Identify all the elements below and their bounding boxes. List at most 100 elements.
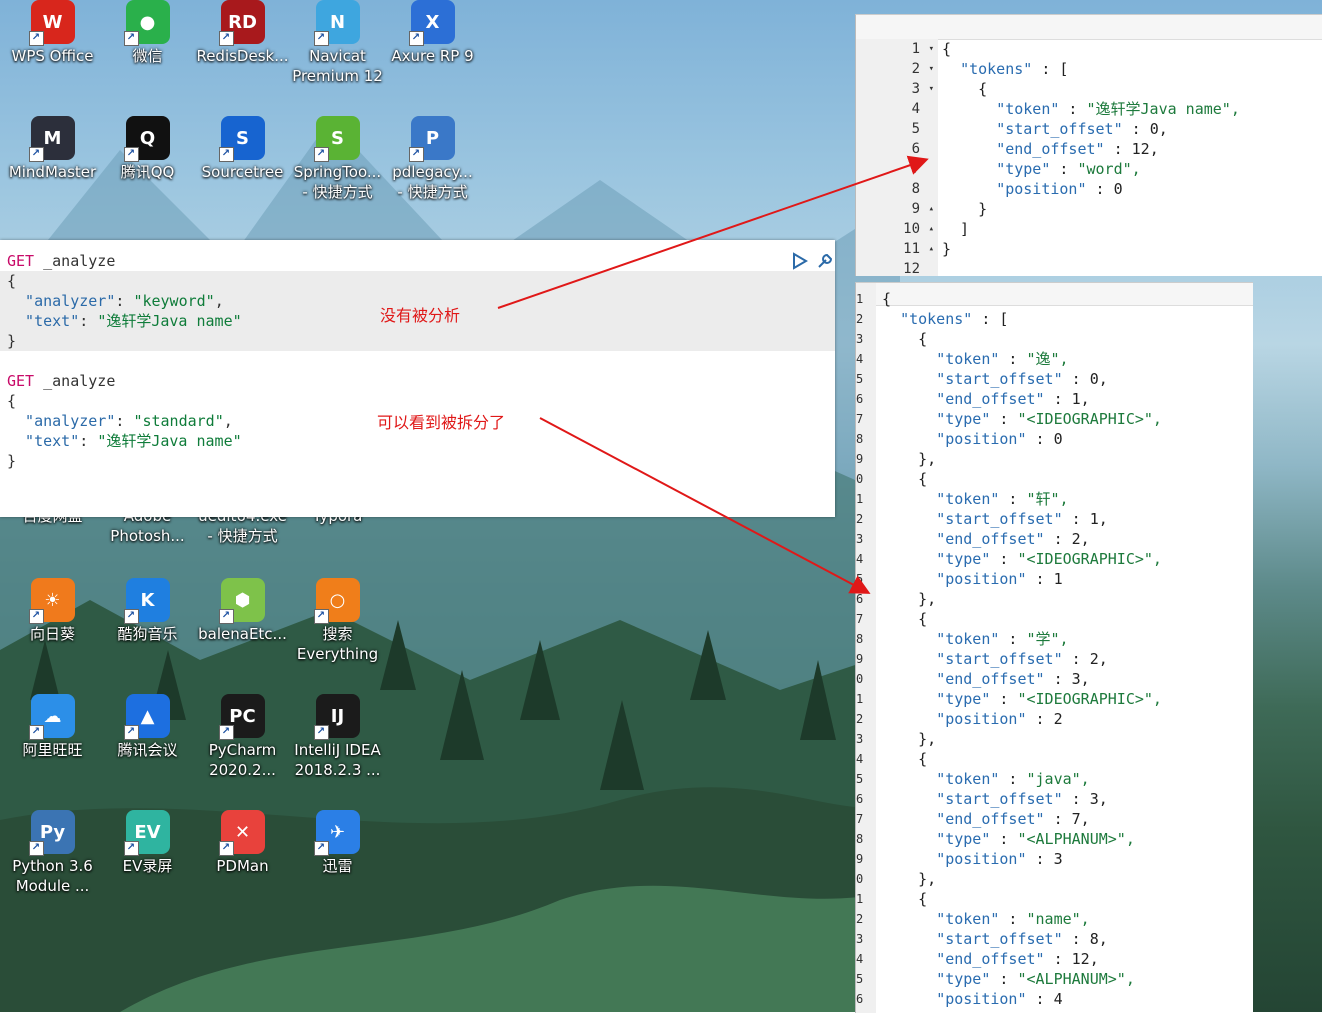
json-key: "start_offset" xyxy=(936,790,1063,808)
json-key: "text" xyxy=(7,432,80,450)
desktop-icon[interactable]: EV ↗ EV录屏 xyxy=(100,810,195,876)
response-line: "start_offset" : 3, xyxy=(936,790,1108,808)
json-key: "start_offset" xyxy=(936,930,1063,948)
mindmaster-icon: M ↗ xyxy=(28,116,75,162)
fold-toggle-icon[interactable]: ▴ xyxy=(922,199,934,219)
play-icon[interactable] xyxy=(792,252,808,270)
pdlegacy-icon: P ↗ xyxy=(408,116,455,162)
line-number: 9 xyxy=(911,201,920,217)
json-key: "token" xyxy=(936,910,1000,928)
desktop-icon[interactable]: Py ↗ Python 3.6 Module ... xyxy=(5,810,100,896)
line-number: 4 xyxy=(856,752,864,766)
wrench-icon[interactable] xyxy=(815,251,835,271)
line-number: 6 xyxy=(856,992,864,1006)
json-key: "tokens" xyxy=(960,60,1033,78)
json-value: 8, xyxy=(1089,930,1108,948)
response-line: "end_offset" : 1, xyxy=(936,390,1090,408)
json-colon: : xyxy=(115,412,134,430)
desktop-icon[interactable]: X ↗ Axure RP 9 xyxy=(385,0,480,66)
desktop-icon[interactable]: ✕ ↗ PDMan xyxy=(195,810,290,876)
standard-response-panel[interactable]: 1 {2 "tokens" : [3 {4 "token" : "逸", 5 "st… xyxy=(855,282,1253,1013)
line-number: 4 xyxy=(856,552,864,566)
line-number: 0 xyxy=(856,672,864,686)
desktop-icon[interactable]: N ↗ Navicat Premium 12 xyxy=(290,0,385,86)
desktop-icon[interactable]: K ↗ 酷狗音乐 xyxy=(100,578,195,644)
desktop-icon[interactable]: P ↗ pdlegacy... - 快捷方式 xyxy=(385,116,480,202)
json-key: "end_offset" xyxy=(936,390,1045,408)
json-value: 1, xyxy=(1089,510,1108,528)
line-number: 2 xyxy=(856,512,864,526)
line-number: 2 xyxy=(856,312,864,326)
line-number: 9 xyxy=(856,852,864,866)
desktop-icon[interactable]: S ↗ SpringToo... - 快捷方式 xyxy=(290,116,385,202)
response-line: "start_offset" : 8, xyxy=(936,930,1108,948)
line-number: 1 xyxy=(856,892,864,906)
line-number: 6 xyxy=(911,141,920,157)
desktop-icon[interactable]: M ↗ MindMaster xyxy=(5,116,100,182)
response-line: { xyxy=(882,470,928,488)
desktop-icon[interactable]: Q ↗ 腾讯QQ xyxy=(100,116,195,182)
desktop-icon-label: IntelliJ IDEA 2018.2.3 ... xyxy=(294,741,381,779)
line-number: 1 xyxy=(911,41,920,57)
desktop-icon-label: 阿里旺旺 xyxy=(22,741,83,759)
desktop-icon[interactable]: PC ↗ PyCharm 2020.2... xyxy=(195,694,290,780)
line-number: 4 xyxy=(856,952,864,966)
fold-toggle-icon[interactable]: ▾ xyxy=(922,79,934,99)
line-number: 11 xyxy=(903,241,920,257)
json-key: "analyzer" xyxy=(7,412,116,430)
shortcut-arrow-icon: ↗ xyxy=(218,147,234,162)
editor-line: "text": "逸轩学Java name" xyxy=(7,311,242,331)
response-line: ] xyxy=(942,220,970,238)
json-key: "analyzer" xyxy=(7,292,116,310)
json-comma: , xyxy=(223,412,233,430)
json-value: "<IDEOGRAPHIC>", xyxy=(1017,690,1162,708)
json-colon: : xyxy=(79,312,98,330)
line-number: 9 xyxy=(856,452,864,466)
editor-line: } xyxy=(7,332,17,350)
fold-toggle-icon[interactable]: ▾ xyxy=(922,59,934,79)
line-number: 6 xyxy=(856,392,864,406)
fold-toggle-icon[interactable]: ▴ xyxy=(922,239,934,259)
json-key: "start_offset" xyxy=(936,650,1063,668)
desktop-icon-label: Python 3.6 Module ... xyxy=(12,857,93,895)
response-line: "end_offset" : 2, xyxy=(936,530,1090,548)
response-line: "type" : "<ALPHANUM>", xyxy=(936,970,1135,988)
shortcut-arrow-icon: ↗ xyxy=(218,31,234,46)
console-request-editor[interactable]: GET _analyze{ "analyzer": "keyword", "te… xyxy=(0,240,835,517)
line-number: 7 xyxy=(856,412,864,426)
desktop-icon[interactable]: ☀ ↗ 向日葵 xyxy=(5,578,100,644)
shortcut-arrow-icon: ↗ xyxy=(218,841,234,856)
json-key: "token" xyxy=(936,350,1000,368)
desktop-icon[interactable]: ● ↗ 微信 xyxy=(100,0,195,66)
fold-toggle-icon[interactable]: ▾ xyxy=(922,39,934,59)
json-key: "type" xyxy=(936,830,991,848)
response-line: "type" : "<IDEOGRAPHIC>", xyxy=(936,410,1162,428)
desktop-icon[interactable]: ○ ↗ 搜索 Everything xyxy=(290,578,385,664)
desktop-icon-label: EV录屏 xyxy=(122,857,173,875)
desktop-icon[interactable]: W ↗ WPS Office xyxy=(5,0,100,66)
response-line: }, xyxy=(882,590,937,608)
fold-toggle-icon[interactable]: ▴ xyxy=(922,219,934,239)
desktop-icon[interactable]: IJ ↗ IntelliJ IDEA 2018.2.3 ... xyxy=(290,694,385,780)
response-line: "end_offset" : 7, xyxy=(936,810,1090,828)
desktop-icon[interactable]: RD ↗ RedisDesk... xyxy=(195,0,290,66)
json-value: 3, xyxy=(1089,790,1108,808)
aliwangwang-icon: ☁ ↗ xyxy=(28,694,75,740)
desktop-icon[interactable]: S ↗ Sourcetree xyxy=(195,116,290,182)
line-number: 9 xyxy=(856,652,864,666)
json-value: "keyword" xyxy=(133,292,215,310)
json-value: 0 xyxy=(1113,180,1123,198)
response-line: "token" : "java", xyxy=(936,770,1090,788)
desktop-icon[interactable]: ▲ ↗ 腾讯会议 xyxy=(100,694,195,760)
desktop-icon[interactable]: ✈ ↗ 迅雷 xyxy=(290,810,385,876)
desktop-icon[interactable]: ⬢ ↗ balenaEtc... xyxy=(195,578,290,644)
json-key: "start_offset" xyxy=(936,370,1063,388)
editor-line: "analyzer": "keyword", xyxy=(7,291,224,311)
desktop-icon[interactable]: ☁ ↗ 阿里旺旺 xyxy=(5,694,100,760)
ev-recorder-icon: EV ↗ xyxy=(123,810,170,856)
keyword-response-panel[interactable]: 1 ▾{2 ▾ "tokens" : [3 ▾ {4 "token" : "逸轩学Ja… xyxy=(855,14,1322,276)
line-number: 7 xyxy=(911,161,920,177)
json-value: 3 xyxy=(1053,850,1063,868)
response-line: "type" : "<ALPHANUM>", xyxy=(936,830,1135,848)
json-value: "逸轩学Java name" xyxy=(97,312,242,330)
